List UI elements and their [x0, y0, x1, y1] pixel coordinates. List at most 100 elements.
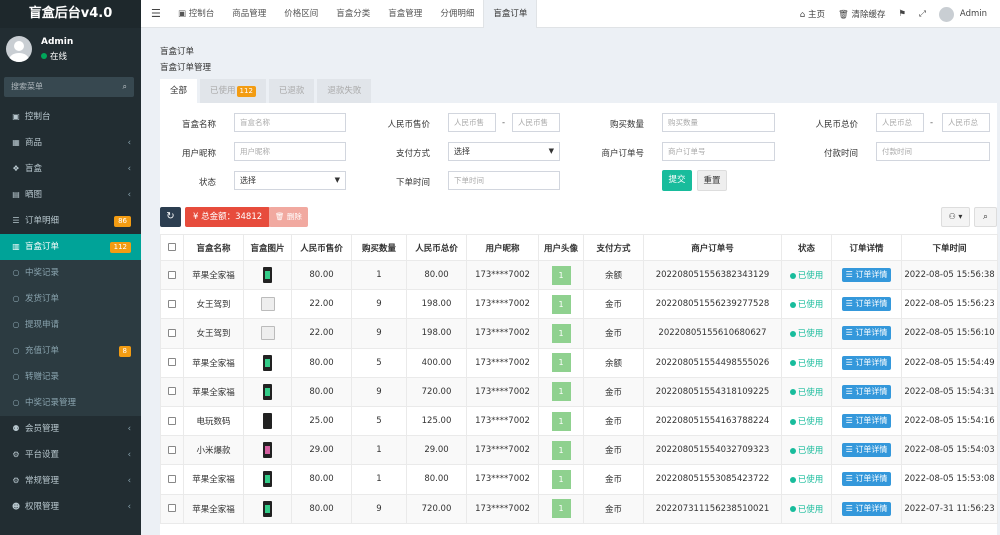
sidebar-item-4[interactable]: ☰ 订单明细 86	[0, 208, 141, 234]
row-checkbox-cell[interactable]	[160, 405, 184, 437]
row-checkbox[interactable]	[168, 445, 176, 454]
merchant-no-input[interactable]: 商户订单号	[662, 142, 775, 161]
top-tab-2[interactable]: 价格区间	[275, 0, 327, 28]
order-detail-button[interactable]: ☰ 订单详情	[841, 355, 892, 370]
sidebar-item-8[interactable]: ○ 提现申请	[0, 312, 141, 338]
delete-button[interactable]: 🗑 删除	[269, 207, 308, 227]
row-checkbox[interactable]	[168, 474, 176, 483]
product-image[interactable]	[260, 297, 275, 312]
order-detail-button[interactable]: ☰ 订单详情	[841, 443, 892, 458]
row-checkbox[interactable]	[168, 328, 176, 337]
top-tab-6[interactable]: 盲盒订单	[483, 0, 538, 28]
sidebar-item-14[interactable]: ⚙ 常规管理 ‹	[0, 468, 141, 494]
home-link[interactable]: ⌂ 主页	[800, 8, 825, 20]
order-detail-button[interactable]: ☰ 订单详情	[841, 384, 892, 399]
order-detail-button[interactable]: ☰ 订单详情	[841, 414, 892, 429]
menu-toggle-icon[interactable]: ☰	[151, 0, 161, 28]
status-tab-2[interactable]: 已退款	[268, 79, 315, 103]
rmb-price-to-input[interactable]: 人民币售	[512, 113, 560, 132]
table-row[interactable]: 苹果全家福 80.00 1 80.00 173****7002 1 余额 2022080515…	[160, 259, 998, 291]
reset-button[interactable]: 重置	[697, 170, 727, 191]
nickname-input[interactable]: 用户昵称	[234, 142, 346, 161]
row-checkbox[interactable]	[168, 387, 176, 396]
status-select[interactable]: 选择 ▼	[234, 171, 346, 190]
language-icon[interactable]: ⚑	[898, 9, 906, 19]
table-row[interactable]: 小米爆款 29.00 1 29.00 173****7002 1 金币 20220805155…	[160, 435, 998, 466]
search-toggle-button[interactable]: ⌕	[974, 207, 997, 227]
row-checkbox-cell[interactable]	[160, 289, 184, 320]
sidebar-item-11[interactable]: ○ 中奖记录管理	[0, 390, 141, 416]
sidebar-item-3[interactable]: ▤ 晒图 ‹	[0, 182, 141, 208]
table-row[interactable]: 女王驾到 22.00 9 198.00 173****7002 1 金币 2022080515…	[160, 289, 998, 320]
order-time-input[interactable]: 下单时间	[448, 171, 560, 190]
avatar[interactable]: 1	[551, 382, 571, 402]
sidebar-item-9[interactable]: ○ 充值订单 8	[0, 338, 141, 364]
row-checkbox-cell[interactable]	[160, 435, 184, 466]
avatar[interactable]: 1	[551, 469, 571, 489]
avatar[interactable]	[938, 6, 954, 22]
top-tab-5[interactable]: 分佣明细	[431, 0, 483, 28]
status-tab-0[interactable]: 全部	[160, 79, 198, 103]
top-tab-4[interactable]: 盲盒管理	[379, 0, 431, 28]
sidebar-item-15[interactable]: ☻ 权限管理 ‹	[0, 494, 141, 520]
clear-cache-button[interactable]: 🗑 清除缓存	[838, 8, 886, 20]
rmb-price-from-input[interactable]: 人民币售	[448, 113, 496, 132]
rmb-total-from-input[interactable]: 人民币总	[876, 113, 924, 132]
pay-time-input[interactable]: 付款时间	[876, 142, 990, 161]
search-icon[interactable]: ⌕	[123, 77, 127, 97]
avatar[interactable]: 1	[551, 323, 571, 343]
status-tab-3[interactable]: 退款失败	[317, 79, 372, 103]
product-image[interactable]	[260, 326, 275, 341]
total-amount-button[interactable]: ¥ 总金额：34812	[185, 207, 271, 227]
top-tab-3[interactable]: 盲盒分类	[327, 0, 379, 28]
sidebar-item-2[interactable]: ❖ 盲盒 ‹	[0, 156, 141, 182]
product-image[interactable]	[263, 442, 272, 459]
top-tab-0[interactable]: ▣ 控制台	[169, 0, 223, 28]
admin-menu[interactable]: Admin	[960, 9, 987, 19]
sidebar-item-6[interactable]: ○ 中奖记录	[0, 260, 141, 286]
order-detail-button[interactable]: ☰ 订单详情	[841, 472, 892, 487]
refresh-button[interactable]: ↻	[160, 207, 181, 227]
top-tab-1[interactable]: 商品管理	[223, 0, 275, 28]
row-checkbox[interactable]	[168, 416, 176, 425]
row-checkbox[interactable]	[168, 299, 176, 308]
table-row[interactable]: 苹果全家福 80.00 9 720.00 173****7002 1 金币 202207311…	[160, 493, 998, 524]
sidebar-item-5[interactable]: ▥ 盲盒订单 112	[0, 234, 141, 260]
row-checkbox-cell[interactable]	[160, 376, 184, 407]
sidebar-item-10[interactable]: ○ 转赠记录	[0, 364, 141, 390]
row-checkbox-cell[interactable]	[160, 347, 184, 378]
product-image[interactable]	[263, 383, 272, 400]
app-logo[interactable]: 盲盒后台v4.0	[0, 0, 141, 28]
table-row[interactable]: 苹果全家福 80.00 1 80.00 173****7002 1 金币 2022080515…	[160, 464, 998, 495]
row-checkbox-cell[interactable]	[160, 318, 184, 349]
box-name-input[interactable]: 盲盒名称	[234, 113, 346, 132]
row-checkbox-cell[interactable]	[160, 493, 184, 524]
avatar[interactable]: 1	[551, 353, 571, 373]
fullscreen-icon[interactable]: ⤢	[919, 9, 926, 19]
table-row[interactable]: 苹果全家福 80.00 9 720.00 173****7002 1 金币 202208051…	[160, 376, 998, 407]
order-detail-button[interactable]: ☰ 订单详情	[841, 297, 892, 312]
product-image[interactable]	[263, 267, 272, 284]
product-image[interactable]	[263, 471, 272, 488]
sidebar-search-input[interactable]: 搜索菜单 ⌕	[4, 77, 134, 97]
avatar[interactable]: 1	[551, 411, 571, 431]
order-detail-button[interactable]: ☰ 订单详情	[841, 268, 892, 283]
order-detail-button[interactable]: ☰ 订单详情	[841, 326, 892, 341]
sidebar-item-1[interactable]: ▦ 商品 ‹	[0, 130, 141, 156]
buy-count-input[interactable]: 购买数量	[662, 113, 775, 132]
pay-method-select[interactable]: 选择 ▼	[448, 142, 560, 161]
product-image[interactable]	[263, 500, 272, 517]
product-image[interactable]	[263, 413, 272, 430]
sidebar-item-13[interactable]: ⚙ 平台设置 ‹	[0, 442, 141, 468]
export-button[interactable]: ⚇ ▾	[941, 207, 970, 227]
rmb-total-to-input[interactable]: 人民币总	[942, 113, 990, 132]
order-detail-button[interactable]: ☰ 订单详情	[841, 501, 892, 516]
sidebar-item-12[interactable]: ⚉ 会员管理 ‹	[0, 416, 141, 442]
table-row[interactable]: 苹果全家福 80.00 5 400.00 173****7002 1 余额 202208051…	[160, 347, 998, 378]
avatar[interactable]: 1	[551, 499, 571, 519]
avatar[interactable]: 1	[551, 440, 571, 460]
status-tab-1[interactable]: 已使用 112	[200, 79, 266, 103]
select-all-checkbox[interactable]	[168, 243, 176, 251]
table-row[interactable]: 女王驾到 22.00 9 198.00 173****7002 1 金币 2022080515…	[160, 318, 998, 349]
sidebar-item-7[interactable]: ○ 发货订单	[0, 286, 141, 312]
